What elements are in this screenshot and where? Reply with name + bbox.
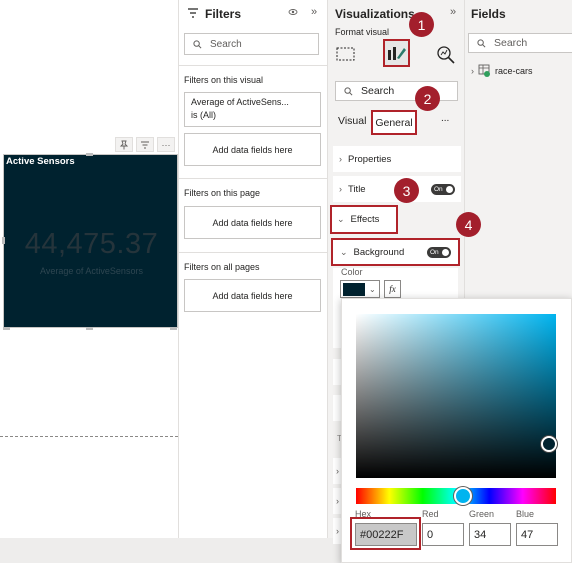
add-fields-label: Add data fields here: [212, 217, 293, 228]
visual-header-toolbar: ···: [115, 137, 175, 153]
filters-pane-title: Filters: [205, 7, 242, 21]
divider: [179, 252, 327, 253]
blue-input[interactable]: 47: [516, 523, 558, 546]
chevron-down-icon: ⌄: [369, 284, 376, 294]
collapse-filters-icon[interactable]: »: [311, 6, 317, 18]
add-visual-filter-well[interactable]: Add data fields here: [184, 133, 321, 166]
color-picker-popup: Hex Red Green Blue #00222F 0 34 47: [341, 298, 572, 563]
chevron-down-icon: ⌄: [340, 246, 348, 257]
card-background[interactable]: ⌄ Background On: [331, 238, 460, 266]
add-fields-label: Add data fields here: [212, 144, 293, 155]
hue-slider-thumb[interactable]: [454, 487, 472, 505]
search-icon: [344, 86, 353, 95]
color-dropdown[interactable]: ⌄: [340, 280, 380, 298]
resize-handle-bottom[interactable]: [86, 327, 93, 330]
card-visual[interactable]: Active Sensors 44,475.37 Average of Acti…: [3, 154, 178, 328]
title-toggle[interactable]: On: [431, 183, 455, 195]
resize-handle-bottom-right[interactable]: [170, 327, 177, 330]
build-visual-icon[interactable]: [336, 45, 356, 66]
collapse-visualizations-icon[interactable]: »: [450, 6, 456, 18]
red-label: Red: [422, 509, 439, 519]
filters-search-placeholder: Search: [210, 38, 242, 50]
filter-field-name: Average of ActiveSens...: [191, 97, 289, 107]
table-name: race-cars: [495, 65, 533, 76]
more-options-icon[interactable]: ...: [441, 113, 449, 124]
more-options-icon[interactable]: ···: [157, 137, 175, 152]
color-swatch: [343, 282, 365, 296]
blue-label: Blue: [516, 509, 535, 519]
filter-icon: [187, 7, 199, 22]
table-icon: [478, 64, 490, 77]
fields-search-placeholder: Search: [494, 37, 528, 49]
resize-handle-top[interactable]: [86, 153, 93, 156]
pin-icon[interactable]: [115, 137, 133, 152]
filter-condition: is (All): [191, 110, 216, 120]
format-visual-tab[interactable]: [383, 39, 410, 67]
toggle-on-label: On: [430, 248, 439, 256]
active-filter-card[interactable]: Average of ActiveSens... is (All): [184, 92, 321, 127]
tab-general[interactable]: General: [371, 110, 417, 135]
filters-search-input[interactable]: Search: [184, 33, 319, 55]
section-title-label: Title: [348, 183, 366, 195]
green-label: Green: [469, 509, 495, 519]
hex-input[interactable]: #00222F: [355, 523, 417, 546]
visual-title: Active Sensors: [6, 156, 75, 167]
callout-badge-2: 2: [415, 86, 440, 111]
field-table-item[interactable]: › race-cars: [471, 64, 533, 77]
chevron-right-icon: ›: [471, 65, 474, 76]
page-boundary-line: [0, 436, 178, 437]
callout-badge-1: 1: [409, 12, 434, 37]
callout-badge-3: 3: [394, 178, 419, 203]
kpi-value: 44,475.37: [24, 228, 159, 260]
toggle-on-label: On: [434, 185, 443, 193]
section-effects-label: Effects: [350, 214, 380, 225]
color-selection-handle[interactable]: [541, 436, 557, 452]
chevron-right-icon: ›: [336, 496, 339, 506]
filters-on-all-pages-label: Filters on all pages: [184, 262, 260, 272]
chevron-right-icon: ›: [336, 466, 339, 476]
fields-search-input[interactable]: Search: [468, 33, 572, 53]
red-input[interactable]: 0: [422, 523, 464, 546]
color-label: Color: [341, 267, 363, 277]
chevron-down-icon: ⌄: [337, 214, 345, 224]
chevron-right-icon: ›: [336, 526, 339, 536]
filter-icon[interactable]: [136, 137, 154, 152]
format-search-placeholder: Search: [361, 85, 395, 97]
conditional-formatting-fx-button[interactable]: fx: [384, 280, 401, 298]
fields-pane-title: Fields: [471, 7, 506, 21]
format-visual-label: Format visual: [335, 27, 390, 37]
resize-handle-left[interactable]: [2, 237, 5, 244]
resize-handle-bottom-left[interactable]: [3, 327, 10, 330]
paintbrush-chart-icon: [388, 47, 406, 60]
search-icon: [477, 38, 486, 47]
filters-on-visual-label: Filters on this visual: [184, 75, 264, 85]
divider: [179, 65, 327, 66]
eye-icon[interactable]: [288, 7, 298, 20]
analytics-magnifier-icon[interactable]: [436, 45, 456, 68]
add-fields-label: Add data fields here: [212, 290, 293, 301]
add-report-filter-well[interactable]: Add data fields here: [184, 279, 321, 312]
search-icon: [193, 39, 202, 48]
divider: [179, 178, 327, 179]
chevron-right-icon: ›: [339, 154, 342, 164]
kpi-label: Average of ActiveSensors: [40, 266, 143, 276]
background-toggle[interactable]: On: [427, 246, 451, 258]
callout-badge-4: 4: [456, 212, 481, 237]
background-label: Background: [353, 246, 405, 258]
section-effects[interactable]: ⌄ Effects: [330, 205, 398, 234]
section-properties[interactable]: › Properties: [333, 146, 461, 172]
saturation-value-area[interactable]: [356, 314, 556, 478]
add-page-filter-well[interactable]: Add data fields here: [184, 206, 321, 239]
filters-on-page-label: Filters on this page: [184, 188, 261, 198]
tab-visual[interactable]: Visual: [338, 115, 366, 127]
green-input[interactable]: 34: [469, 523, 511, 546]
visualizations-pane-title: Visualizations: [335, 7, 415, 21]
chevron-right-icon: ›: [339, 184, 342, 194]
section-properties-label: Properties: [348, 153, 392, 165]
